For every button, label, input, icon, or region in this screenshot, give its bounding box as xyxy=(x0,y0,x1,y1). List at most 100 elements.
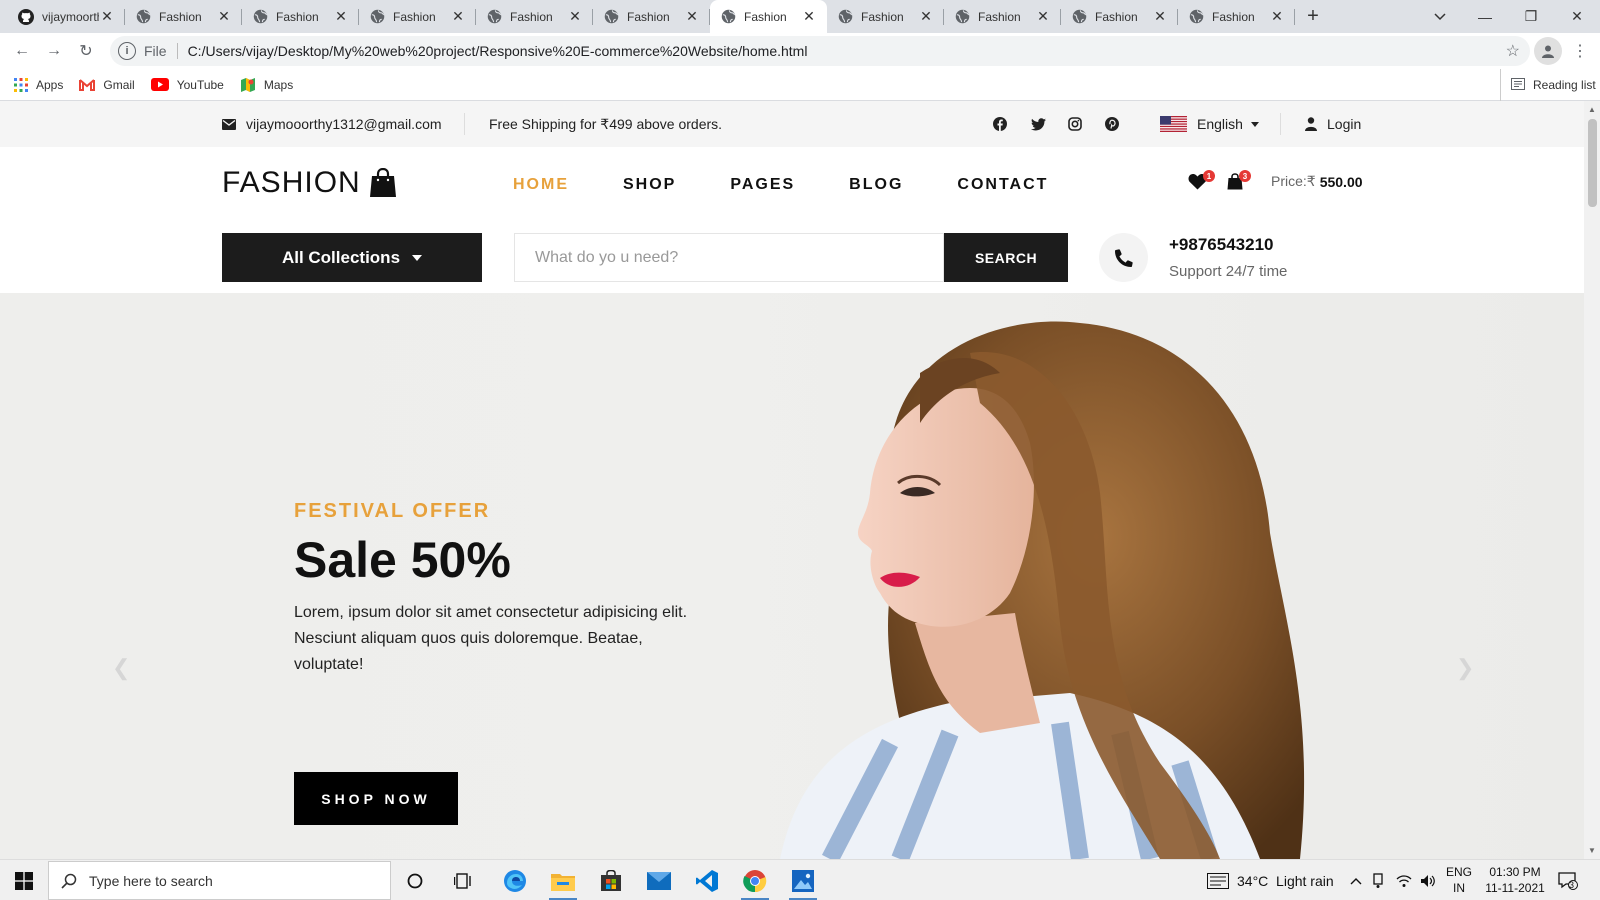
nav-contact[interactable]: CONTACT xyxy=(957,176,1048,194)
weather-widget[interactable]: 34°C Light rain xyxy=(1207,860,1334,900)
close-tab-icon[interactable]: ✕ xyxy=(1152,8,1168,25)
reload-icon[interactable]: ↻ xyxy=(70,35,102,67)
windows-start-icon[interactable] xyxy=(0,860,48,900)
browser-tab[interactable]: Fashion ✕ xyxy=(125,0,242,33)
system-clock[interactable]: 01:30 PM 11-11-2021 xyxy=(1480,864,1550,896)
microsoft-store-icon[interactable] xyxy=(591,864,631,897)
chrome-icon[interactable] xyxy=(735,864,775,900)
cart-count-badge: 3 xyxy=(1239,170,1251,182)
task-view-icon[interactable] xyxy=(443,864,483,897)
collections-label: All Collections xyxy=(281,247,401,267)
cart-button[interactable]: 3 xyxy=(1227,170,1251,190)
close-tab-icon[interactable]: ✕ xyxy=(1269,8,1285,25)
reading-list-button[interactable]: Reading list xyxy=(1500,69,1596,101)
login-link[interactable]: Login xyxy=(1305,101,1361,147)
input-language-indicator[interactable]: ENG IN xyxy=(1446,864,1472,896)
forward-arrow-icon[interactable]: → xyxy=(38,35,70,67)
email-contact[interactable]: vijaymooorthy1312@gmail.com xyxy=(222,101,442,147)
browser-tab[interactable]: Fashion ✕ xyxy=(476,0,593,33)
bookmark-youtube[interactable]: YouTube xyxy=(150,78,224,92)
photos-app-icon[interactable] xyxy=(783,864,823,900)
nav-blog[interactable]: BLOG xyxy=(849,176,903,194)
language-selector[interactable]: English xyxy=(1160,101,1259,147)
nav-shop[interactable]: SHOP xyxy=(623,176,676,194)
product-search-input[interactable]: What do yo u need? xyxy=(514,233,944,282)
close-tab-icon[interactable]: ✕ xyxy=(684,8,700,25)
browser-tab[interactable]: Fashion ✕ xyxy=(944,0,1061,33)
mail-icon[interactable] xyxy=(639,864,679,897)
close-tab-icon[interactable]: ✕ xyxy=(450,8,466,25)
wishlist-button[interactable]: 1 xyxy=(1188,170,1215,190)
edge-browser-icon[interactable] xyxy=(495,864,535,897)
facebook-icon[interactable] xyxy=(993,101,1007,147)
search-button[interactable]: SEARCH xyxy=(944,233,1068,282)
site-logo[interactable]: FASHION xyxy=(222,166,397,200)
price-value: 550.00 xyxy=(1319,173,1363,190)
profile-avatar-icon[interactable] xyxy=(1534,37,1562,65)
instagram-icon[interactable] xyxy=(1068,101,1082,147)
shop-now-button[interactable]: SHOP NOW xyxy=(294,772,458,825)
apps-grid-icon xyxy=(14,77,28,92)
close-tab-icon[interactable]: ✕ xyxy=(99,8,115,25)
support-phone-number: +9876543210 xyxy=(1169,235,1274,254)
page-scrollbar[interactable]: ▲ ▼ xyxy=(1584,101,1600,859)
volume-icon[interactable] xyxy=(1420,860,1436,900)
meet-now-icon[interactable] xyxy=(1372,860,1386,900)
network-wifi-icon[interactable] xyxy=(1396,860,1412,900)
top-info-bar: vijaymooorthy1312@gmail.com Free Shippin… xyxy=(0,101,1584,147)
carousel-prev-icon[interactable]: ❮ xyxy=(112,655,130,681)
language-label: English xyxy=(1197,116,1243,132)
bookmark-star-icon[interactable]: ☆ xyxy=(1506,41,1520,61)
browser-tab[interactable]: vijaymoorthy✕ xyxy=(8,0,125,33)
language-code: ENG xyxy=(1446,865,1473,879)
browser-tab-strip: vijaymoorthy✕Fashion✕Fashion✕Fashion✕Fas… xyxy=(0,0,1600,33)
scrollbar-thumb[interactable] xyxy=(1588,119,1597,207)
hero-eyebrow: FESTIVAL OFFER xyxy=(294,500,491,522)
close-tab-icon[interactable]: ✕ xyxy=(918,8,934,25)
globe-icon xyxy=(954,9,970,25)
info-icon[interactable]: i xyxy=(118,42,136,60)
browser-tab[interactable]: Fashion ✕ xyxy=(1061,0,1178,33)
pinterest-icon[interactable] xyxy=(1105,101,1119,147)
taskbar-search-input[interactable]: Type here to search xyxy=(48,861,391,900)
twitter-icon[interactable] xyxy=(1031,101,1046,147)
restore-icon[interactable]: ❐ xyxy=(1508,0,1554,33)
close-tab-icon[interactable]: ✕ xyxy=(1035,8,1051,25)
caret-down-icon xyxy=(1250,121,1259,127)
all-collections-dropdown[interactable]: All Collections xyxy=(222,233,482,282)
browser-tab[interactable]: Fashion ✕ xyxy=(827,0,944,33)
taskbar-search-placeholder: Type here to search xyxy=(89,872,213,889)
new-tab-plus-icon[interactable]: + xyxy=(1295,0,1331,33)
file-explorer-icon[interactable] xyxy=(543,864,583,900)
scroll-up-icon[interactable]: ▲ xyxy=(1588,105,1596,114)
close-tab-icon[interactable]: ✕ xyxy=(567,8,583,25)
reading-list-icon xyxy=(1511,77,1525,93)
reading-list-label: Reading list xyxy=(1533,78,1596,92)
tab-search-chevron-icon[interactable] xyxy=(1425,0,1455,33)
close-tab-icon[interactable]: ✕ xyxy=(801,8,817,25)
url-field[interactable]: i File C:/Users/vijay/Desktop/My%20web%2… xyxy=(110,36,1530,66)
cortana-icon[interactable] xyxy=(395,864,435,897)
bookmark-maps[interactable]: Maps xyxy=(240,77,293,93)
bookmark-gmail[interactable]: Gmail xyxy=(79,78,135,92)
vscode-icon[interactable] xyxy=(687,864,727,897)
close-tab-icon[interactable]: ✕ xyxy=(333,8,349,25)
notification-center-icon[interactable]: 3 xyxy=(1558,860,1578,900)
minimize-icon[interactable]: — xyxy=(1462,0,1508,33)
bookmark-apps[interactable]: Apps xyxy=(14,77,63,92)
nav-home[interactable]: HOME xyxy=(513,176,569,194)
tray-chevron-up-icon[interactable] xyxy=(1350,860,1362,900)
browser-tab[interactable]: Fashion ✕ xyxy=(359,0,476,33)
scroll-down-icon[interactable]: ▼ xyxy=(1588,846,1596,855)
carousel-next-icon[interactable]: ❯ xyxy=(1456,655,1474,681)
region-code: IN xyxy=(1453,881,1465,895)
browser-tab[interactable]: Fashion ✕ xyxy=(242,0,359,33)
browser-tab[interactable]: Fashion ✕ xyxy=(1178,0,1295,33)
back-arrow-icon[interactable]: ← xyxy=(6,35,38,67)
nav-pages[interactable]: PAGES xyxy=(730,176,795,194)
close-tab-icon[interactable]: ✕ xyxy=(216,8,232,25)
browser-tab[interactable]: Fashion ✕ xyxy=(710,0,827,33)
close-window-icon[interactable]: ✕ xyxy=(1554,0,1600,33)
browser-tab[interactable]: Fashion ✕ xyxy=(593,0,710,33)
kebab-menu-icon[interactable]: ⋮ xyxy=(1570,37,1590,65)
